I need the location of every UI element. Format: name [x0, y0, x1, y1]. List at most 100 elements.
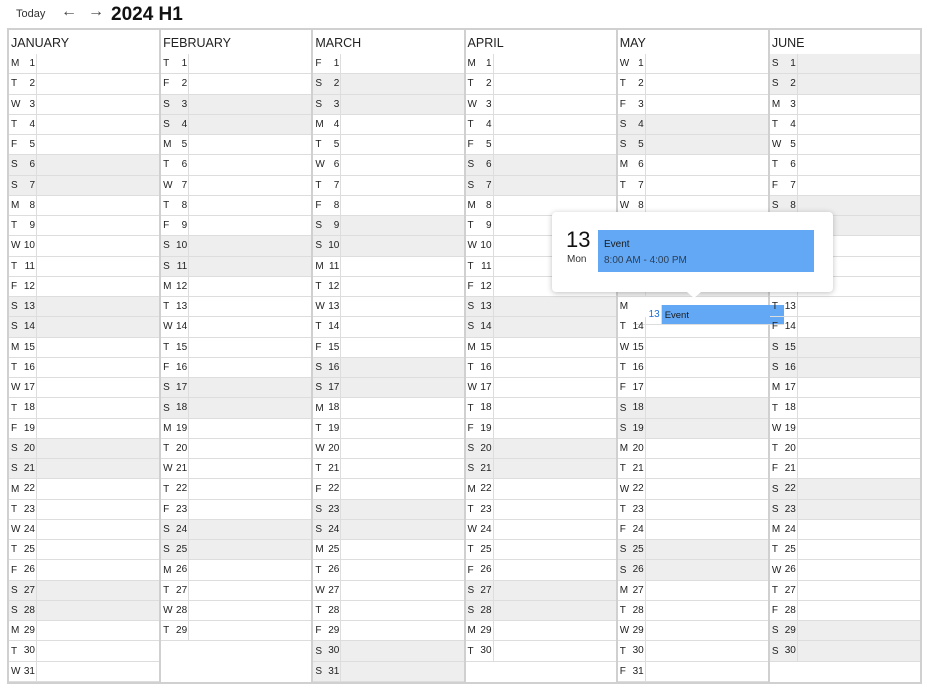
day-cell[interactable]: 29 — [9, 621, 160, 642]
day-cell[interactable]: 16 — [9, 357, 160, 378]
day-cell[interactable]: 31 — [9, 661, 160, 682]
day-cell[interactable]: 21 — [769, 459, 921, 480]
day-cell[interactable]: 14 — [465, 317, 616, 338]
day-cell[interactable]: 28 — [617, 600, 768, 621]
day-cell[interactable]: 24 — [161, 519, 312, 540]
day-cell[interactable]: 10 — [9, 236, 160, 257]
day-cell[interactable]: 3 — [161, 94, 312, 115]
day-cell[interactable]: 12 — [161, 276, 312, 297]
day-cell[interactable]: 25 — [465, 540, 616, 561]
day-cell[interactable]: 5 — [465, 135, 616, 156]
day-cell[interactable]: 18 — [769, 398, 921, 419]
day-cell[interactable]: 13 — [769, 297, 921, 318]
day-cell[interactable]: 14 — [617, 317, 768, 338]
day-cell[interactable]: 26 — [313, 560, 464, 581]
day-cell[interactable]: 1 — [161, 54, 312, 75]
day-cell[interactable]: 9 — [9, 216, 160, 237]
day-cell[interactable]: 2 — [769, 74, 921, 95]
day-cell[interactable]: 14 — [161, 317, 312, 338]
day-cell[interactable]: 10 — [161, 236, 312, 257]
day-cell[interactable]: 4 — [465, 114, 616, 135]
day-cell[interactable]: 18 — [313, 398, 464, 419]
day-cell[interactable]: 30 — [769, 641, 921, 662]
day-cell[interactable]: 30 — [9, 641, 160, 662]
day-cell[interactable]: 5 — [617, 135, 768, 156]
day-cell[interactable]: 13 — [161, 297, 312, 318]
day-cell[interactable]: 10 — [313, 236, 464, 257]
day-cell[interactable]: 17 — [617, 378, 768, 399]
day-cell[interactable]: 23 — [769, 499, 921, 520]
day-cell[interactable]: 9 — [161, 216, 312, 237]
day-cell[interactable]: 17 — [161, 378, 312, 399]
day-cell[interactable]: 18 — [9, 398, 160, 419]
day-cell[interactable]: 30 — [465, 641, 616, 662]
day-cell[interactable]: 2 — [465, 74, 616, 95]
day-cell[interactable]: 20 — [769, 438, 921, 459]
day-cell[interactable]: 17 — [9, 378, 160, 399]
day-cell[interactable]: 5 — [161, 135, 312, 156]
day-cell[interactable]: 21 — [617, 459, 768, 480]
day-cell[interactable]: 3 — [465, 94, 616, 115]
day-cell[interactable]: 25 — [161, 540, 312, 561]
day-cell[interactable]: 6 — [769, 155, 921, 176]
day-cell[interactable]: 30 — [617, 641, 768, 662]
day-cell[interactable]: 5 — [313, 135, 464, 156]
day-cell[interactable]: 27 — [769, 580, 921, 601]
day-cell[interactable]: 4 — [313, 114, 464, 135]
day-cell[interactable]: 26 — [465, 560, 616, 581]
day-cell[interactable]: 15 — [769, 337, 921, 358]
arrow-left-icon[interactable]: ← — [61, 3, 77, 21]
day-cell[interactable]: 5 — [769, 135, 921, 156]
day-cell[interactable]: 22 — [769, 479, 921, 500]
day-cell[interactable]: 1 — [313, 54, 464, 75]
day-cell[interactable]: 26 — [9, 560, 160, 581]
day-cell[interactable]: 23 — [313, 499, 464, 520]
day-cell[interactable]: 11 — [161, 256, 312, 277]
day-cell[interactable]: 24 — [9, 519, 160, 540]
day-cell[interactable]: 3 — [313, 94, 464, 115]
day-cell[interactable]: 15 — [617, 337, 768, 358]
day-cell[interactable]: 24 — [465, 519, 616, 540]
day-cell[interactable]: 26 — [769, 560, 921, 581]
day-cell[interactable]: 15 — [9, 337, 160, 358]
arrow-right-icon[interactable]: → — [88, 3, 104, 21]
day-cell[interactable]: 1 — [9, 54, 160, 75]
day-cell[interactable]: 19 — [313, 418, 464, 439]
day-cell[interactable]: 19 — [161, 418, 312, 439]
day-cell[interactable]: 7 — [313, 175, 464, 196]
day-cell[interactable]: 21 — [9, 459, 160, 480]
day-cell[interactable]: 20 — [313, 438, 464, 459]
day-cell[interactable]: 17 — [465, 378, 616, 399]
day-cell[interactable]: 2 — [9, 74, 160, 95]
day-cell[interactable]: 3 — [617, 94, 768, 115]
today-button[interactable]: Today — [16, 8, 45, 20]
day-cell[interactable]: 8 — [161, 195, 312, 216]
day-cell[interactable]: 19 — [617, 418, 768, 439]
day-cell[interactable]: 4 — [617, 114, 768, 135]
day-cell[interactable]: 22 — [465, 479, 616, 500]
day-cell[interactable]: 2 — [617, 74, 768, 95]
day-cell[interactable]: 20 — [465, 438, 616, 459]
day-cell[interactable]: 24 — [617, 519, 768, 540]
day-cell[interactable]: 15 — [465, 337, 616, 358]
day-cell[interactable]: 18 — [161, 398, 312, 419]
day-cell[interactable]: 19 — [9, 418, 160, 439]
day-cell[interactable]: 17 — [313, 378, 464, 399]
day-cell[interactable]: 2 — [161, 74, 312, 95]
day-cell[interactable]: 20 — [161, 438, 312, 459]
day-cell[interactable]: 28 — [313, 600, 464, 621]
day-cell[interactable]: 6 — [161, 155, 312, 176]
day-cell[interactable]: 27 — [617, 580, 768, 601]
day-cell[interactable]: 16 — [465, 357, 616, 378]
day-cell[interactable]: 26 — [617, 560, 768, 581]
day-cell[interactable]: 5 — [9, 135, 160, 156]
day-cell[interactable]: 8 — [9, 195, 160, 216]
day-cell[interactable]: 14 — [313, 317, 464, 338]
day-cell[interactable]: 27 — [9, 580, 160, 601]
day-cell[interactable]: 3 — [9, 94, 160, 115]
day-cell[interactable]: 23 — [617, 499, 768, 520]
day-cell[interactable]: 6 — [465, 155, 616, 176]
day-cell[interactable]: 7 — [769, 175, 921, 196]
day-cell[interactable]: 25 — [769, 540, 921, 561]
day-cell[interactable]: 24 — [769, 519, 921, 540]
